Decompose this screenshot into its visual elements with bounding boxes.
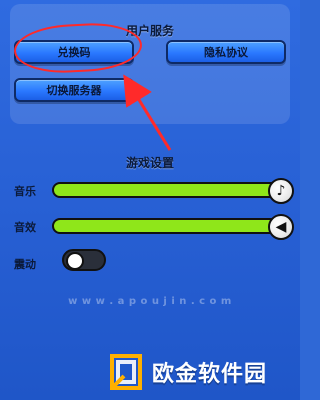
vibration-label: 震动 xyxy=(14,258,36,271)
music-label: 音乐 xyxy=(14,185,36,198)
sound-effects-volume-slider[interactable]: ◀ xyxy=(52,214,294,240)
speaker-icon[interactable]: ◀ xyxy=(268,214,294,240)
sound-effects-label: 音效 xyxy=(14,221,36,234)
music-volume-slider[interactable]: ♪ xyxy=(52,178,294,204)
toggle-knob xyxy=(66,252,84,270)
privacy-policy-button[interactable]: 隐私协议 xyxy=(166,40,286,64)
switch-server-button[interactable]: 切换服务器 xyxy=(14,78,134,102)
brand-text: 欧金软件园 xyxy=(152,362,268,387)
watermark-url: w w w . a p o u j i n . c o m xyxy=(68,296,232,307)
vibration-toggle[interactable] xyxy=(62,249,106,271)
settings-screen: 用户服务 兑换码 隐私协议 切换服务器 游戏设置 音乐 ♪ 音效 ◀ 震动 w … xyxy=(0,0,300,400)
game-settings-title: 游戏设置 xyxy=(125,156,174,170)
brand-watermark: 欧金软件园 xyxy=(106,350,294,394)
brand-logo-icon xyxy=(110,354,142,390)
music-note-icon[interactable]: ♪ xyxy=(268,178,294,204)
